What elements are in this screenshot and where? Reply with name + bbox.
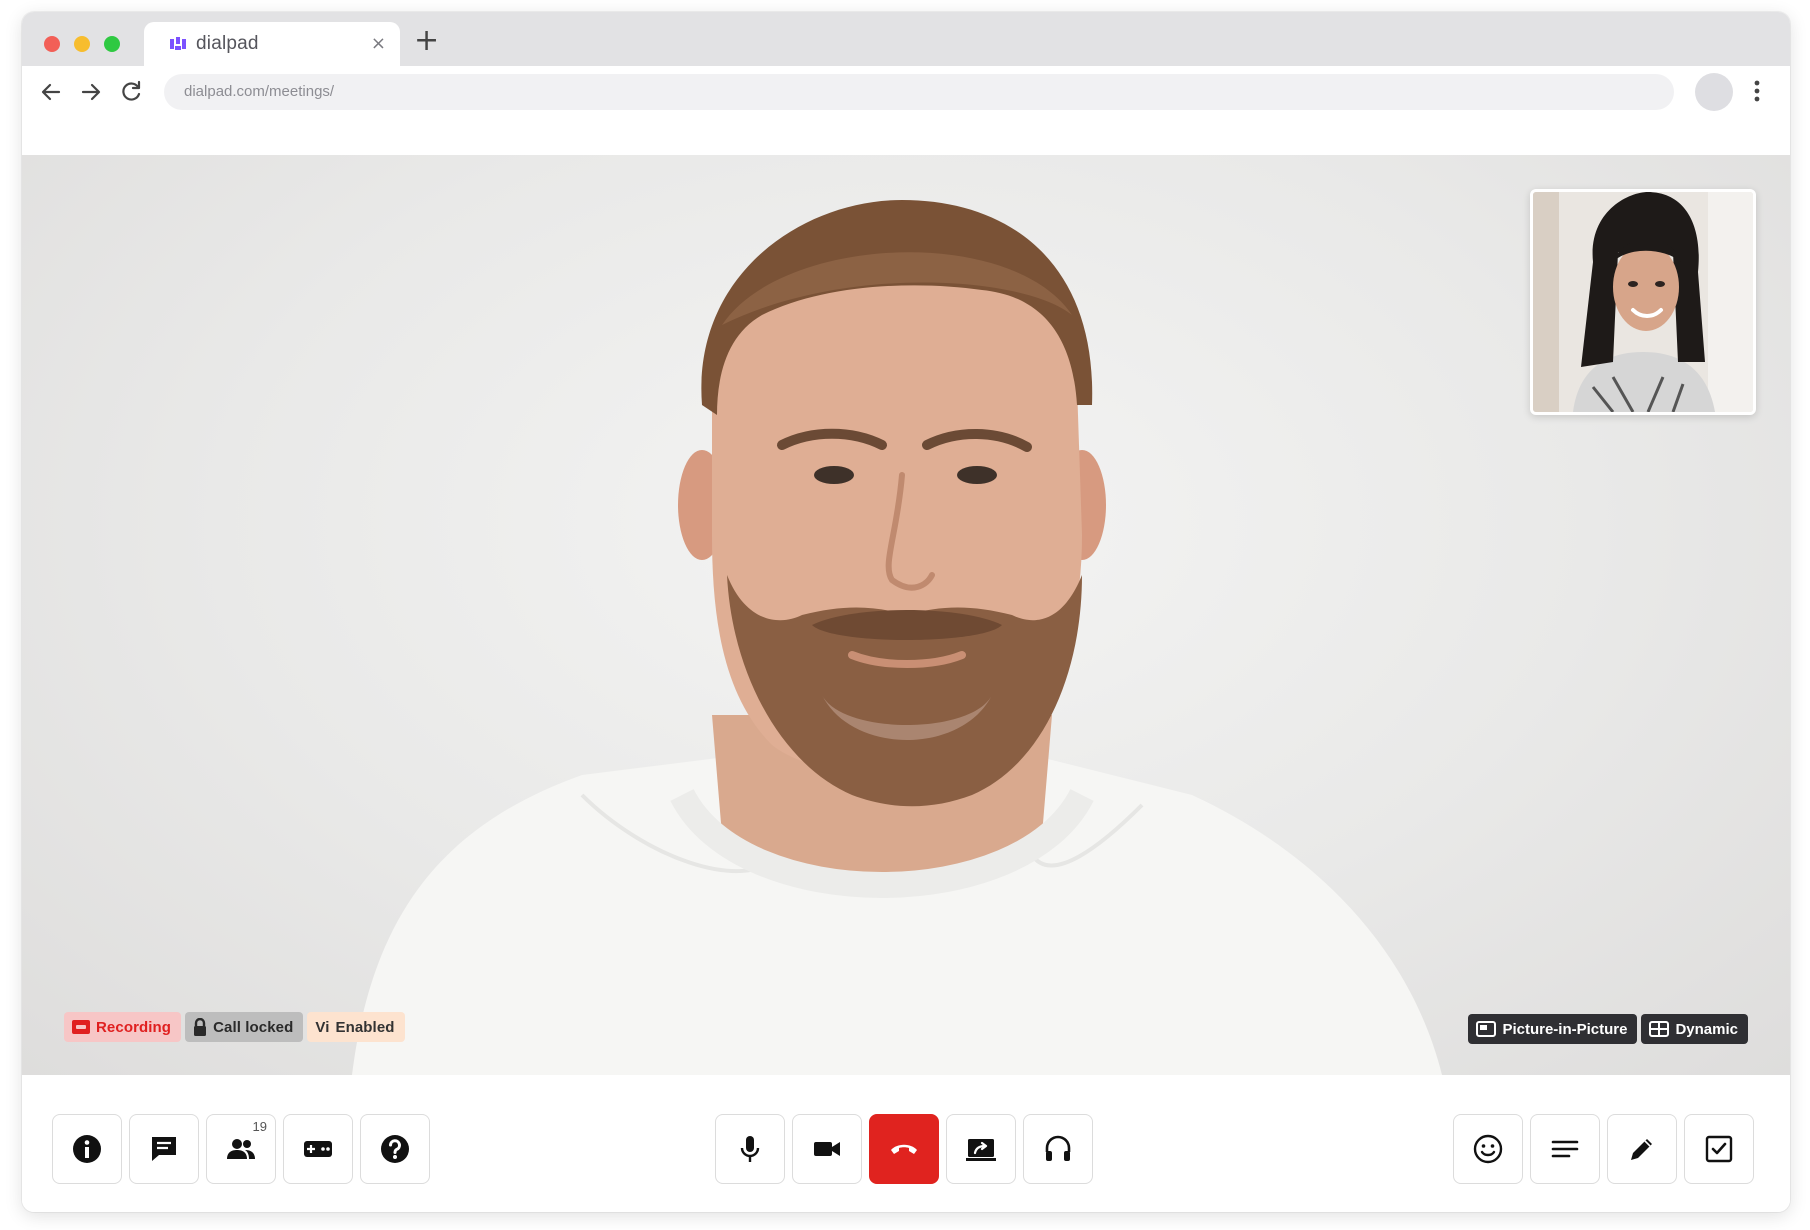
- self-view-video: [1533, 192, 1753, 412]
- help-button[interactable]: [360, 1114, 430, 1184]
- info-icon: [73, 1135, 101, 1163]
- headset-icon: [1045, 1135, 1071, 1161]
- audio-settings-button[interactable]: [1023, 1114, 1093, 1184]
- browser-window: dialpad × + dialpad.com/meetings/ Record…: [22, 12, 1790, 1212]
- camera-button[interactable]: [792, 1114, 862, 1184]
- notes-icon: [1551, 1140, 1579, 1158]
- pen-icon: [1631, 1139, 1652, 1160]
- url-text: dialpad.com/meetings/: [184, 83, 335, 100]
- vi-icon: Vi: [315, 1018, 330, 1036]
- browser-tab[interactable]: dialpad ×: [144, 22, 400, 66]
- forward-button[interactable]: [78, 79, 104, 105]
- close-window-button[interactable]: [44, 36, 60, 52]
- action-items-button[interactable]: [1684, 1114, 1754, 1184]
- main-participant-video: [352, 200, 1442, 1075]
- emoji-icon: [1473, 1134, 1503, 1164]
- microphone-button[interactable]: [715, 1114, 785, 1184]
- call-locked-badge: Call locked: [185, 1012, 304, 1042]
- arrow-left-icon: [41, 83, 61, 101]
- maximize-window-button[interactable]: [104, 36, 120, 52]
- video-stage: Recording Call locked Vi Enabled Picture…: [22, 155, 1790, 1075]
- recording-label: Recording: [96, 1018, 172, 1036]
- back-button[interactable]: [38, 79, 64, 105]
- new-tab-button[interactable]: +: [414, 26, 439, 56]
- recording-badge: Recording: [64, 1012, 182, 1042]
- vi-enabled-badge: Vi Enabled: [307, 1012, 405, 1042]
- reload-button[interactable]: [118, 79, 144, 105]
- minimize-window-button[interactable]: [74, 36, 90, 52]
- tab-close-icon[interactable]: ×: [371, 33, 386, 54]
- participants-count: 19: [252, 1119, 267, 1134]
- vi-enabled-label: Enabled: [335, 1018, 395, 1036]
- annotate-button[interactable]: [1607, 1114, 1677, 1184]
- profile-avatar[interactable]: [1695, 73, 1733, 111]
- notes-button[interactable]: [1530, 1114, 1600, 1184]
- participants-icon: [227, 1139, 255, 1159]
- dynamic-layout-label: Dynamic: [1675, 1020, 1738, 1038]
- picture-in-picture-label: Picture-in-Picture: [1502, 1020, 1628, 1038]
- picture-in-picture-icon: [1476, 1021, 1497, 1037]
- dynamic-layout-button[interactable]: Dynamic: [1641, 1014, 1748, 1044]
- tab-strip: dialpad × +: [22, 12, 1790, 66]
- chat-button[interactable]: [129, 1114, 199, 1184]
- dialpad-logo-icon: [170, 37, 186, 50]
- reactions-button[interactable]: [1453, 1114, 1523, 1184]
- chat-icon: [152, 1137, 176, 1161]
- browser-toolbar: dialpad.com/meetings/: [22, 66, 1790, 116]
- lock-icon: [194, 1018, 207, 1036]
- reload-icon: [122, 80, 141, 101]
- checklist-icon: [1705, 1135, 1733, 1163]
- status-badges: Recording Call locked Vi Enabled: [64, 1012, 405, 1042]
- picture-in-picture-button[interactable]: Picture-in-Picture: [1468, 1014, 1638, 1044]
- microphone-icon: [740, 1136, 760, 1162]
- recording-icon: [72, 1020, 90, 1034]
- call-controls-bar: 19: [22, 1075, 1790, 1212]
- picture-in-picture-video[interactable]: [1530, 189, 1756, 415]
- arrow-right-icon: [81, 83, 101, 101]
- address-bar[interactable]: dialpad.com/meetings/: [164, 74, 1674, 110]
- hang-up-icon: [891, 1144, 917, 1154]
- more-menu-icon[interactable]: [1752, 78, 1762, 104]
- screen-share-button[interactable]: [946, 1114, 1016, 1184]
- hang-up-button[interactable]: [869, 1114, 939, 1184]
- keypad-icon: [304, 1141, 332, 1157]
- info-button[interactable]: [52, 1114, 122, 1184]
- grid-layout-icon: [1649, 1021, 1670, 1037]
- tab-title: dialpad: [196, 33, 259, 54]
- help-icon: [381, 1135, 409, 1163]
- view-toggles: Picture-in-Picture Dynamic: [1468, 1014, 1748, 1044]
- keypad-button[interactable]: [283, 1114, 353, 1184]
- participants-button[interactable]: 19: [206, 1114, 276, 1184]
- call-locked-label: Call locked: [213, 1018, 294, 1036]
- screen-share-icon: [966, 1139, 996, 1161]
- camera-icon: [814, 1142, 840, 1156]
